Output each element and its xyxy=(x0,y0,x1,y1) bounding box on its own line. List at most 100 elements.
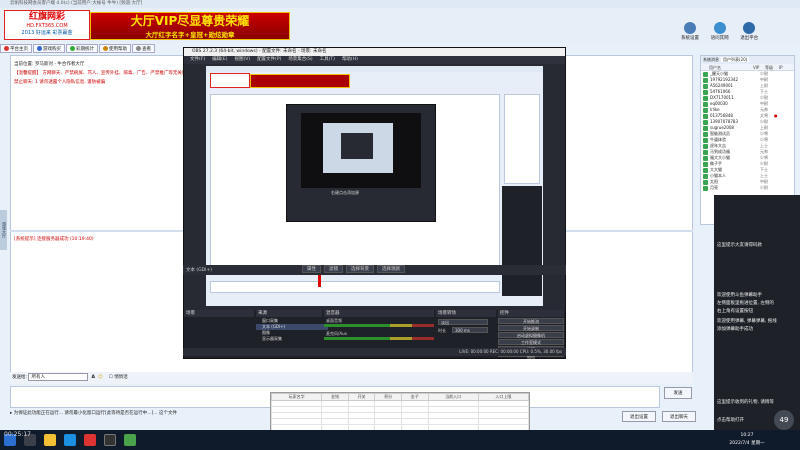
exit-button[interactable]: 退出平台 xyxy=(735,22,763,41)
panel-line: 添加弹幕助手成功 xyxy=(717,327,753,332)
tab-users[interactable]: 用户列表(20) xyxy=(721,57,750,62)
logo-line1: 红旗网彩 xyxy=(28,12,65,22)
timestamp-watermark: 00:25:17 xyxy=(4,431,31,438)
panel-line: 左侧面板里拖进位置, 左侧的 xyxy=(717,301,774,306)
menu-edit[interactable]: 编辑(E) xyxy=(212,57,227,62)
obs-status-bar: LIVE: 00:00:00 REC: 00:00:00 CPU: 0.5%, … xyxy=(183,348,566,356)
browser-icon[interactable] xyxy=(64,434,76,446)
studio-mode-button[interactable]: 工作室模式 xyxy=(498,339,564,345)
nested-logo xyxy=(210,73,250,88)
table-header[interactable]: 玩家名字 xyxy=(270,393,323,401)
send-button[interactable]: 发送 xyxy=(664,387,692,399)
window-title: 云帆科技网会员客户端 4.0(c) (当前用户:大帐号 牛牛) [频道:大厅] xyxy=(0,0,800,8)
menu-tools[interactable]: 工具(T) xyxy=(320,57,335,62)
dock-scenes: 场景 xyxy=(184,310,254,317)
table-header-row: 玩家名字 金钱 开关 积分 金子 当前入口 入口上限 xyxy=(270,393,530,401)
vip-banner[interactable]: 大厅VIP尽显尊贵荣耀 大厅红字名字+皇冠+勋炫勋章 xyxy=(90,12,290,40)
panel-line: 点击帮助打开 xyxy=(717,418,744,423)
panel-line: 这里提示收到的礼物, 请稍等 xyxy=(717,400,774,405)
nav-view[interactable]: 查看 xyxy=(132,44,155,53)
timer-badge[interactable]: 49 xyxy=(774,410,794,430)
recipient-select[interactable]: 所有人 xyxy=(28,372,89,381)
user-rank: 少尉 xyxy=(760,185,768,190)
select-bg-button[interactable]: 选择背景 xyxy=(346,265,374,273)
duration-input[interactable]: 300 ms xyxy=(452,327,488,333)
desktop-meter[interactable] xyxy=(324,324,434,327)
duration-label: 时长 xyxy=(438,328,446,333)
start-stream-button[interactable]: 开始推流 xyxy=(498,318,564,324)
danmaku-panel: 这里提示大友请得码款 欢迎使用斗鱼弹幕助手 左侧面板里拖进位置, 左侧的 右上角… xyxy=(714,195,800,430)
user-avatar-icon xyxy=(703,185,708,191)
font-bold-icon[interactable]: A xyxy=(91,375,94,380)
user-row[interactable]: 月亮 少尉 xyxy=(701,185,794,191)
nav-stats[interactable]: 彩期统计 xyxy=(66,44,98,53)
menu-scenes[interactable]: 场景集合(S) xyxy=(288,57,312,62)
user-avatar-icon xyxy=(703,113,708,119)
user-avatar-icon xyxy=(703,131,708,137)
table-header[interactable]: 金子 xyxy=(400,393,429,401)
nav-help[interactable]: 使用帮助 xyxy=(99,44,131,53)
home-icon xyxy=(4,46,9,51)
nested-userlist xyxy=(504,94,540,184)
user-avatar-icon xyxy=(703,155,708,161)
table-header[interactable]: 金钱 xyxy=(321,393,349,401)
obs-title: OBS 27.2.3 (64-bit, windows) - 配置文件: 未命名… xyxy=(184,48,565,56)
start-record-button[interactable]: 开始录制 xyxy=(498,325,564,331)
user-tabs: 系统消息 用户列表(20) xyxy=(701,56,794,64)
app-icon[interactable] xyxy=(84,434,96,446)
virtual-camera-button[interactable]: 启动虚拟摄像机 xyxy=(498,332,564,338)
nested-banner xyxy=(250,74,350,88)
exit-chat-button[interactable]: 退出聊天 xyxy=(662,411,696,422)
chat-line: 当前位置: 罗马斯对 - 牛合作者大厅 xyxy=(14,62,85,67)
user-avatar-icon xyxy=(703,101,708,107)
nav-home[interactable]: 平台主页 xyxy=(0,44,32,53)
tab-system[interactable]: 系统消息 xyxy=(701,57,721,62)
table-header[interactable]: 当前入口 xyxy=(427,393,479,401)
user-avatar-icon xyxy=(703,125,708,131)
exit-settings-button[interactable]: 退出设置 xyxy=(622,411,656,422)
visit-site-button[interactable]: 语问其网 xyxy=(706,22,734,41)
chart-icon xyxy=(70,46,75,51)
table-header[interactable]: 开关 xyxy=(347,393,376,401)
user-name: 月亮 xyxy=(710,185,718,190)
power-icon xyxy=(743,22,756,34)
site-logo: 红旗网彩 HD.FXT365.COM 2013 好运来 彩票赢金 xyxy=(4,10,90,40)
user-avatar-icon xyxy=(703,107,708,113)
nav-buy[interactable]: 游戏购买 xyxy=(33,44,65,53)
obs-window[interactable]: OBS 27.2.3 (64-bit, windows) - 配置文件: 未命名… xyxy=(183,47,566,359)
properties-button[interactable]: 属性 xyxy=(302,265,321,273)
panel-line: 这里提示大友请得码款 xyxy=(717,243,762,248)
left-strip[interactable]: 游戏大厅 xyxy=(0,210,7,250)
user-avatar-icon xyxy=(703,83,708,89)
panel-line: 右上角有设置按钮 xyxy=(717,309,753,314)
user-list: _醒天小猫 少尉 19792192342 中尉 A56249001 上尉 54761066 下… xyxy=(701,71,794,191)
vip-subtitle: 大厅红字名字+皇冠+勋炫勋章 xyxy=(145,31,235,39)
folder-icon[interactable] xyxy=(44,434,56,446)
user-avatar-icon xyxy=(703,119,708,125)
mic-meter[interactable] xyxy=(324,337,434,340)
transition-select[interactable]: 淡出 xyxy=(438,319,488,325)
obs-icon[interactable] xyxy=(104,434,116,446)
menu-file[interactable]: 文件(F) xyxy=(190,57,205,62)
clock[interactable]: 10:27 2022/7/4 星期一 xyxy=(722,431,772,449)
menu-help[interactable]: 帮助(H) xyxy=(342,57,358,62)
dock-controls: 控件 xyxy=(498,310,564,317)
system-settings-button[interactable]: 系统设置 xyxy=(676,22,704,41)
select-color-button[interactable]: 选择源颜 xyxy=(377,265,405,273)
user-avatar-icon xyxy=(703,77,708,83)
dock-sources: 来源 xyxy=(256,310,322,317)
emoji-icon[interactable]: ☺ xyxy=(98,375,103,380)
nested-cursor xyxy=(318,275,321,287)
obs-menu: 文件(F) 编辑(E) 视图(V) 配置文件(P) 场景集合(S) 工具(T) 帮助(H) xyxy=(184,56,565,64)
user-avatar-icon xyxy=(703,173,708,179)
menu-view[interactable]: 视图(V) xyxy=(234,57,250,62)
menu-profile[interactable]: 配置文件(P) xyxy=(257,57,281,62)
user-avatar-icon xyxy=(703,89,708,95)
table-header[interactable]: 入口上限 xyxy=(477,393,530,401)
window-buttons: 系统设置 语问其网 退出平台 xyxy=(676,22,796,42)
filters-button[interactable]: 滤镜 xyxy=(324,265,343,273)
user-avatar-icon xyxy=(703,161,708,167)
table-header[interactable]: 积分 xyxy=(374,393,402,401)
source-item[interactable]: 显示器采集 xyxy=(256,336,328,342)
chat-app-icon[interactable] xyxy=(124,434,136,446)
